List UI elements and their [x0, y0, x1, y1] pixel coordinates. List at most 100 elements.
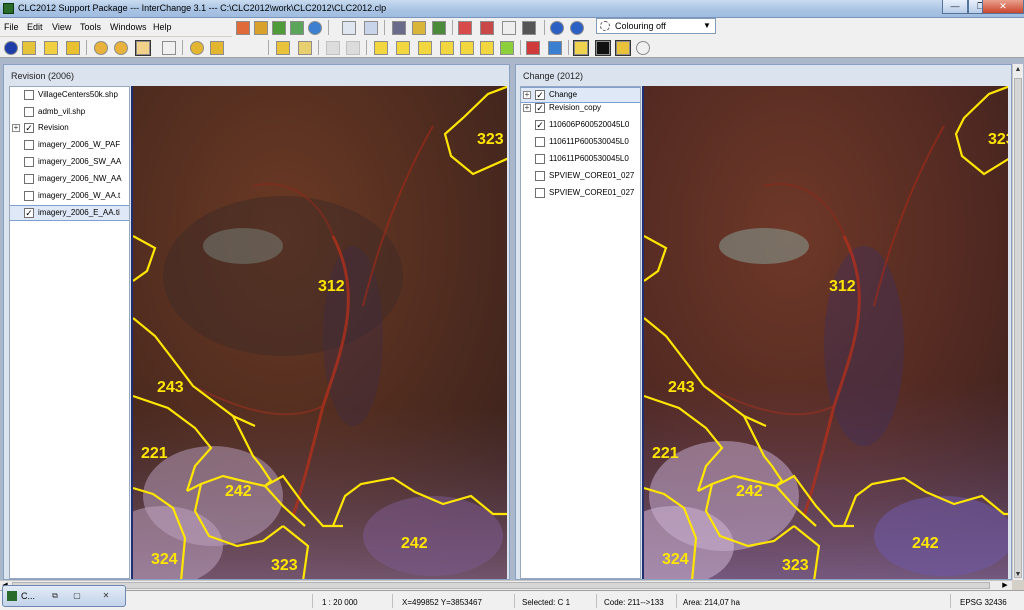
layer-item[interactable]: VillageCenters50k.shp	[10, 88, 129, 102]
undo-icon[interactable]	[326, 41, 340, 55]
horizontal-scrollbar[interactable]: ◀ ▶	[0, 580, 1012, 590]
map-view-change[interactable]: 323 312 243 221 242 324 323 242	[642, 86, 1008, 579]
add-layer-icon[interactable]	[272, 21, 286, 35]
scroll-thumb[interactable]	[12, 582, 990, 589]
layer-checkbox[interactable]	[24, 157, 34, 167]
menu-view[interactable]: View	[52, 22, 71, 32]
layer-item[interactable]: imagery_2006_W_PAF	[10, 138, 129, 152]
layer-item[interactable]: ✓ imagery_2006_E_AA.ti	[10, 205, 129, 221]
layer-checkbox[interactable]	[535, 188, 545, 198]
layer-item[interactable]: + ✓ Change	[521, 87, 640, 103]
menu-edit[interactable]: Edit	[27, 22, 43, 32]
layer-item[interactable]: imagery_2006_W_AA.t	[10, 189, 129, 203]
close-window-icon[interactable]: ✕	[98, 589, 114, 602]
scale-icon[interactable]	[460, 41, 474, 55]
layer-checkbox[interactable]	[535, 154, 545, 164]
layer-item[interactable]: 110611P600530045L0	[521, 135, 640, 149]
pan-hand-icon[interactable]	[135, 40, 151, 56]
layer-checkbox[interactable]	[24, 140, 34, 150]
zoom-out-icon[interactable]	[114, 41, 128, 55]
map-image[interactable]: 323 312 243 221 242 324 323 242	[644, 86, 1008, 579]
layer-item[interactable]: imagery_2006_SW_AA	[10, 155, 129, 169]
map-image[interactable]: 323 312 243 221 242 324 323 242	[133, 86, 507, 579]
merge-polygon-icon[interactable]	[418, 41, 432, 55]
table-icon[interactable]	[392, 21, 406, 35]
layer-checkbox[interactable]: ✓	[535, 90, 545, 100]
scroll-up-icon[interactable]: ▲	[1013, 64, 1023, 75]
pointer-icon[interactable]	[162, 41, 176, 55]
ruler-icon[interactable]	[22, 41, 36, 55]
delete-polygon-icon[interactable]	[298, 41, 312, 55]
single-view-icon[interactable]	[364, 21, 378, 35]
layer-checkbox[interactable]: ✓	[535, 103, 545, 113]
chart-icon[interactable]	[548, 41, 562, 55]
layer-checkbox[interactable]	[24, 90, 34, 100]
menu-windows[interactable]: Windows	[110, 22, 147, 32]
refresh-icon[interactable]	[636, 41, 650, 55]
expand-icon[interactable]: +	[12, 124, 20, 132]
next-icon[interactable]	[500, 41, 514, 55]
maximize-window-icon[interactable]: ▢	[69, 589, 85, 602]
vertical-scrollbar[interactable]: ▲ ▼	[1012, 64, 1023, 580]
scroll-thumb[interactable]	[1014, 78, 1022, 578]
snap-icon[interactable]	[573, 40, 589, 56]
minimized-window[interactable]: C... ⧉ ▢ ✕	[2, 585, 126, 607]
scroll-right-icon[interactable]: ▶	[1000, 581, 1010, 590]
restore-window-icon[interactable]: ⧉	[47, 589, 63, 602]
help-icon[interactable]	[550, 21, 564, 35]
zoom-in-icon[interactable]	[94, 41, 108, 55]
layer-item[interactable]: + ✓ Revision_copy	[521, 101, 640, 115]
grid-icon[interactable]	[458, 21, 472, 35]
layer-item[interactable]: + ✓ Revision	[10, 121, 129, 135]
export-icon[interactable]	[236, 21, 250, 35]
map-view-revision[interactable]: 323 312 243 221 242 324 323 242	[131, 86, 507, 579]
layer-checkbox[interactable]: ✓	[24, 208, 34, 218]
globe-icon[interactable]	[308, 21, 322, 35]
layer-checkbox[interactable]	[24, 174, 34, 184]
link-icon[interactable]	[290, 21, 304, 35]
menu-tools[interactable]: Tools	[80, 22, 101, 32]
open-project-icon[interactable]	[254, 21, 268, 35]
identify-icon[interactable]	[190, 41, 204, 55]
formula-icon[interactable]	[502, 21, 516, 35]
layer-checkbox[interactable]	[535, 137, 545, 147]
split-view-icon[interactable]	[342, 21, 356, 35]
split-polygon-icon[interactable]	[396, 41, 410, 55]
xy-icon[interactable]	[432, 21, 446, 35]
reshape-icon[interactable]	[440, 41, 454, 55]
binoculars-icon[interactable]	[412, 21, 426, 35]
layer-checkbox[interactable]	[535, 171, 545, 181]
minimize-button[interactable]: —	[942, 0, 968, 14]
layer-checkbox[interactable]: ✓	[535, 120, 545, 130]
expand-icon[interactable]: +	[523, 104, 531, 112]
layer-item[interactable]: SPVIEW_CORE01_027	[521, 169, 640, 183]
image-icon[interactable]	[526, 41, 540, 55]
redo-icon[interactable]	[346, 41, 360, 55]
tag-icon[interactable]	[210, 41, 224, 55]
expand-icon[interactable]: +	[523, 91, 531, 99]
layer-item[interactable]: 110611P600530045L0	[521, 152, 640, 166]
lightning-icon[interactable]	[276, 41, 290, 55]
edit-vertex-icon[interactable]	[66, 41, 80, 55]
layer-item[interactable]: admb_vil.shp	[10, 105, 129, 119]
chevron-down-icon[interactable]: ▼	[701, 20, 713, 32]
context-help-icon[interactable]	[570, 21, 584, 35]
layer-item[interactable]: imagery_2006_NW_AA	[10, 172, 129, 186]
check-icon[interactable]	[615, 40, 631, 56]
camera-icon[interactable]	[522, 21, 536, 35]
layer-item[interactable]: ✓ 110606P600520045L0	[521, 118, 640, 132]
statistics-icon[interactable]	[480, 21, 494, 35]
layer-checkbox[interactable]	[24, 107, 34, 117]
select-area-icon[interactable]	[44, 41, 58, 55]
layer-item[interactable]: SPVIEW_CORE01_027	[521, 186, 640, 200]
menu-file[interactable]: File	[4, 22, 19, 32]
draw-polygon-icon[interactable]	[374, 41, 388, 55]
menu-help[interactable]: Help	[153, 22, 172, 32]
colouring-select[interactable]: Colouring off ▼	[596, 18, 716, 34]
layer-checkbox[interactable]	[24, 191, 34, 201]
layer-checkbox[interactable]: ✓	[24, 123, 34, 133]
info-icon[interactable]	[4, 41, 18, 55]
label-polygon-icon[interactable]	[595, 40, 611, 56]
scroll-down-icon[interactable]: ▼	[1013, 569, 1023, 580]
close-button[interactable]: ✕	[982, 0, 1024, 14]
